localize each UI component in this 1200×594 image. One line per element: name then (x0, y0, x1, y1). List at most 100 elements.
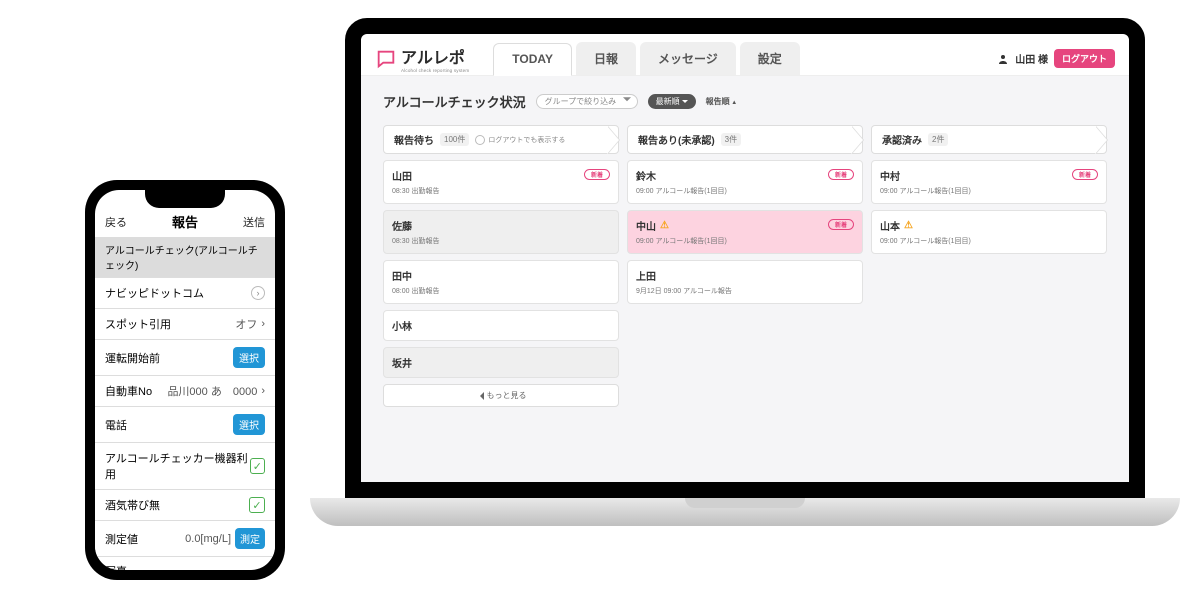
group-filter-select[interactable]: グループで絞り込み (536, 94, 638, 109)
speech-bubble-icon (375, 48, 397, 70)
new-badge: 新着 (828, 169, 854, 180)
row-device: アルコールチェッカー機器利用 ✓ (95, 443, 275, 490)
column-count: 2件 (928, 133, 948, 146)
card-subtitle: 08:30 出勤報告 (392, 236, 610, 246)
send-button[interactable]: 送信 (243, 214, 265, 230)
column-title: 承認済み (882, 132, 922, 147)
card-name: 中村 (880, 168, 1098, 183)
row-measurement: 測定値 0.0[mg/L] 測定 (95, 521, 275, 557)
load-more-button[interactable]: もっと見る (383, 384, 619, 407)
laptop-mock: アルレポ Alcohol check reporting system TODA… (310, 18, 1180, 526)
report-card[interactable]: 佐藤 08:30 出勤報告 (383, 210, 619, 254)
load-more-label: もっと見る (487, 390, 527, 401)
web-app: アルレポ Alcohol check reporting system TODA… (361, 34, 1129, 482)
row-label: 電話 (105, 417, 127, 433)
app-body: アルコールチェック状況 グループで絞り込み 最新順 報告順 報告待ち 1 (361, 76, 1129, 482)
row-photo: 写真 (95, 557, 275, 570)
report-card[interactable]: 小林 (383, 310, 619, 341)
row-car-no[interactable]: 自動車No 品川000 あ 0000› (95, 376, 275, 407)
expand-icon (476, 392, 484, 400)
row-start: 運転開始前 選択 (95, 340, 275, 376)
app-header: アルレポ Alcohol check reporting system TODA… (361, 34, 1129, 76)
card-subtitle: 9月12日 09:00 アルコール報告 (636, 286, 854, 296)
chevron-right-icon: › (251, 286, 265, 300)
back-button[interactable]: 戻る (105, 214, 127, 230)
report-card[interactable]: 新着 山田 08:30 出勤報告 (383, 160, 619, 204)
card-name: 鈴木 (636, 168, 854, 183)
warning-icon: ⚠ (904, 220, 913, 231)
logo-text: アルレポ (401, 44, 469, 68)
kanban-columns: 報告待ち 100件 ログアウトでも表示する 新着 山田 08:30 出勤報告 佐… (383, 125, 1107, 407)
tab-today[interactable]: TODAY (493, 43, 572, 76)
row-label: アルコールチェッカー機器利用 (105, 450, 250, 482)
card-name: 佐藤 (392, 218, 610, 233)
new-badge: 新着 (584, 169, 610, 180)
checkbox-checked[interactable]: ✓ (250, 458, 265, 474)
row-check-category: アルコールチェック(アルコールチェック) (95, 237, 275, 278)
tab-messages[interactable]: メッセージ (640, 42, 736, 75)
chevron-right-icon: › (261, 318, 265, 330)
row-company[interactable]: ナビッピドットコム › (95, 278, 275, 309)
new-badge: 新着 (828, 219, 854, 230)
card-name: 小林 (392, 318, 610, 333)
screen-title: 報告 (172, 212, 198, 231)
phone-notch (145, 190, 225, 208)
warning-icon: ⚠ (660, 220, 669, 231)
tab-daily-report[interactable]: 日報 (576, 42, 636, 75)
measure-button[interactable]: 測定 (235, 528, 265, 549)
column-unapproved: 報告あり(未承認) 3件 新着 鈴木 09:00 アルコール報告(1回目) 新着… (627, 125, 863, 407)
sort-order-label[interactable]: 報告順 (706, 96, 738, 107)
user-icon (997, 53, 1009, 65)
user-name: 山田 様 (1015, 51, 1048, 66)
chevron-right-icon: › (261, 385, 265, 397)
report-card[interactable]: 田中 08:00 出勤報告 (383, 260, 619, 304)
column-waiting: 報告待ち 100件 ログアウトでも表示する 新着 山田 08:30 出勤報告 佐… (383, 125, 619, 407)
report-card[interactable]: 山本⚠ 09:00 アルコール報告(1回目) (871, 210, 1107, 254)
phone-mock: 戻る 報告 送信 アルコールチェック(アルコールチェック) ナビッピドットコム … (85, 180, 285, 580)
column-count: 100件 (440, 133, 469, 146)
report-card[interactable]: 新着 中山⚠ 09:00 アルコール報告(1回目) (627, 210, 863, 254)
app-logo: アルレポ Alcohol check reporting system (375, 44, 469, 73)
card-name: 山田 (392, 168, 610, 183)
card-subtitle: 09:00 アルコール報告(1回目) (880, 186, 1098, 196)
row-spot[interactable]: スポット引用 オフ › (95, 309, 275, 340)
card-subtitle: 09:00 アルコール報告(1回目) (880, 236, 1098, 246)
row-value: オフ (235, 316, 257, 332)
column-header: 報告あり(未承認) 3件 (627, 125, 863, 154)
checkbox-checked[interactable]: ✓ (249, 497, 265, 513)
row-no-alcohol: 酒気帯び無 ✓ (95, 490, 275, 521)
sort-newest-button[interactable]: 最新順 (648, 94, 696, 109)
card-name: 中山⚠ (636, 218, 854, 233)
report-card[interactable]: 新着 鈴木 09:00 アルコール報告(1回目) (627, 160, 863, 204)
select-button[interactable]: 選択 (233, 347, 265, 368)
report-card[interactable]: 上田 9月12日 09:00 アルコール報告 (627, 260, 863, 304)
logout-button[interactable]: ログアウト (1054, 49, 1115, 68)
card-subtitle: 08:00 出勤報告 (392, 286, 610, 296)
report-card[interactable]: 新着 中村 09:00 アルコール報告(1回目) (871, 160, 1107, 204)
row-label: ナビッピドットコム (105, 285, 204, 301)
card-name: 坂井 (392, 355, 610, 370)
row-value: 0.0[mg/L] (185, 533, 231, 545)
column-approved: 承認済み 2件 新着 中村 09:00 アルコール報告(1回目) 山本⚠ 09:… (871, 125, 1107, 407)
row-label: スポット引用 (105, 316, 171, 332)
card-subtitle: 09:00 アルコール報告(1回目) (636, 186, 854, 196)
report-card[interactable]: 坂井 (383, 347, 619, 378)
card-name: 山本⚠ (880, 218, 1098, 233)
column-header: 報告待ち 100件 ログアウトでも表示する (383, 125, 619, 154)
row-label: 自動車No (105, 383, 152, 399)
column-title: 報告あり(未承認) (638, 132, 715, 147)
card-subtitle: 09:00 アルコール報告(1回目) (636, 236, 854, 246)
row-label: 測定値 (105, 531, 138, 547)
card-name: 上田 (636, 268, 854, 283)
select-button[interactable]: 選択 (233, 414, 265, 435)
tab-settings[interactable]: 設定 (740, 42, 800, 75)
logo-subtitle: Alcohol check reporting system (401, 68, 469, 73)
section-title: アルコールチェック状況 (383, 92, 526, 111)
row-phone: 電話 選択 (95, 407, 275, 443)
mobile-app: 戻る 報告 送信 アルコールチェック(アルコールチェック) ナビッピドットコム … (95, 190, 275, 570)
column-title: 報告待ち (394, 132, 434, 147)
card-name: 田中 (392, 268, 610, 283)
row-label: 写真 (95, 557, 275, 570)
column-extra-option[interactable]: ログアウトでも表示する (475, 135, 565, 145)
card-subtitle: 08:30 出勤報告 (392, 186, 610, 196)
